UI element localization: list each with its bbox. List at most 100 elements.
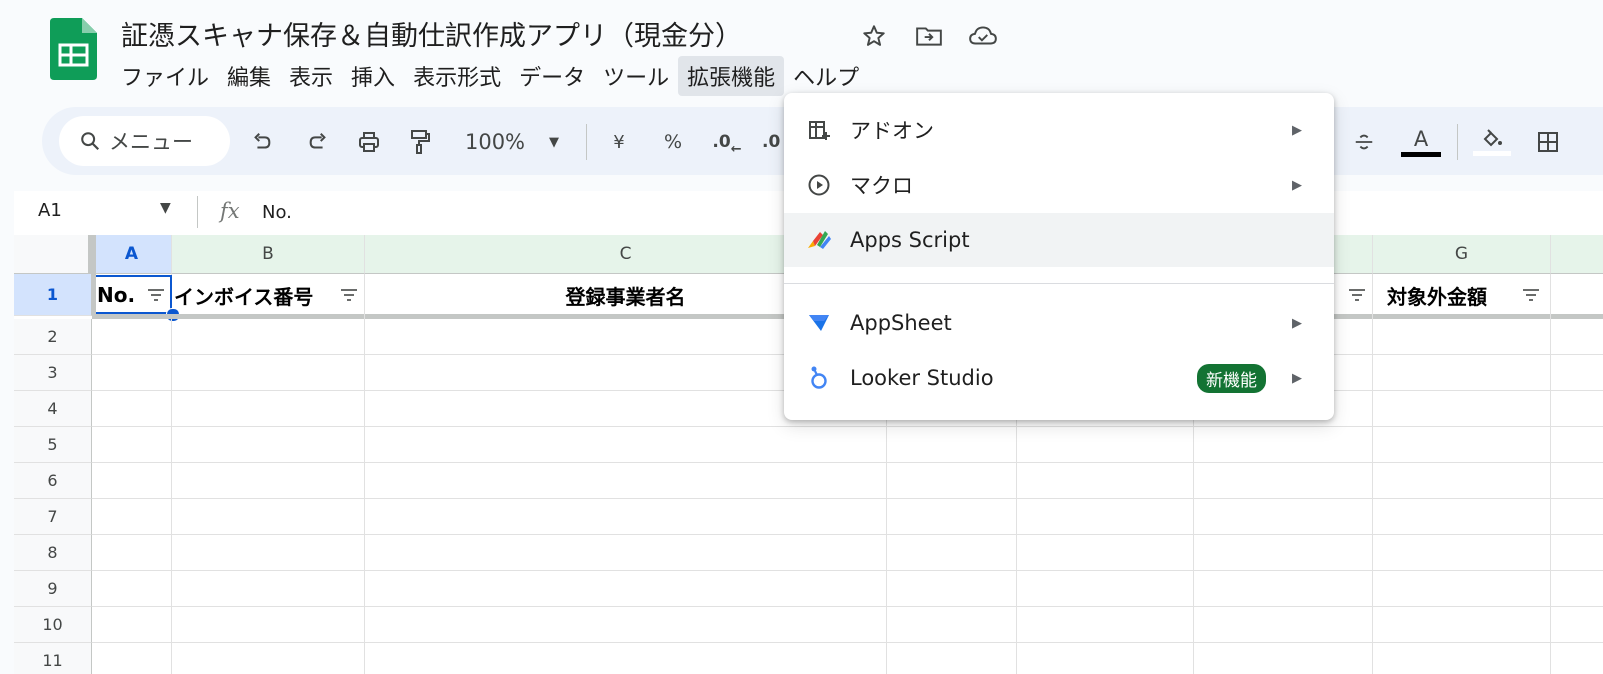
gridline bbox=[92, 642, 1603, 643]
gridline bbox=[171, 319, 172, 674]
toolbar-divider bbox=[586, 124, 587, 160]
header-cell-invoice-number[interactable]: インボイス番号 bbox=[172, 274, 365, 316]
new-feature-badge: 新機能 bbox=[1197, 363, 1266, 393]
header-cell-excluded-label: 対象外金額 bbox=[1387, 284, 1487, 309]
text-color-swatch bbox=[1401, 151, 1441, 157]
toolbar-divider bbox=[1457, 124, 1458, 160]
menu-item-label: Looker Studio bbox=[850, 366, 994, 390]
document-title[interactable]: 証憑スキャナ保存＆自動仕訳作成アプリ（現金分） bbox=[121, 14, 742, 53]
fill-color-button[interactable] bbox=[1472, 121, 1512, 163]
row-header-1[interactable]: 1 bbox=[14, 274, 92, 316]
menu-file[interactable]: ファイル bbox=[112, 56, 218, 96]
increase-decimal-button[interactable]: .0 bbox=[762, 121, 784, 163]
row-header-9[interactable]: 9 bbox=[14, 571, 92, 607]
text-color-button[interactable]: A bbox=[1400, 121, 1442, 163]
menu-bar: ファイル 編集 表示 挿入 表示形式 データ ツール 拡張機能 ヘルプ bbox=[112, 56, 868, 96]
extensions-menu: アドオン ▶ マクロ ▶ Apps Script AppSheet ▶ Look… bbox=[784, 93, 1334, 420]
row-header-6[interactable]: 6 bbox=[14, 463, 92, 499]
menu-help[interactable]: ヘルプ bbox=[784, 56, 868, 96]
print-icon[interactable] bbox=[351, 121, 387, 163]
filter-icon[interactable] bbox=[340, 288, 358, 302]
function-icon: fx bbox=[220, 199, 240, 223]
gridline bbox=[92, 534, 1603, 535]
fill-color-swatch bbox=[1473, 151, 1511, 156]
filter-icon[interactable] bbox=[1522, 288, 1540, 302]
appsheet-icon bbox=[806, 310, 832, 336]
row-header-8[interactable]: 8 bbox=[14, 535, 92, 571]
filter-icon[interactable] bbox=[1348, 288, 1366, 302]
gridline bbox=[92, 570, 1603, 571]
column-header-a[interactable]: A bbox=[92, 235, 172, 274]
gridline bbox=[92, 606, 1603, 607]
row-header-5[interactable]: 5 bbox=[14, 427, 92, 463]
menu-search-button[interactable]: メニュー bbox=[59, 116, 230, 166]
menu-item-looker-studio[interactable]: Looker Studio 新機能 ▶ bbox=[784, 351, 1334, 405]
apps-script-icon bbox=[806, 227, 832, 253]
sheets-logo-icon[interactable] bbox=[50, 18, 97, 80]
menu-item-macros[interactable]: マクロ ▶ bbox=[784, 158, 1334, 212]
selected-cell-a1[interactable] bbox=[92, 275, 172, 314]
menu-item-label: Apps Script bbox=[850, 228, 970, 252]
paint-format-icon[interactable] bbox=[402, 121, 438, 163]
menu-item-addons[interactable]: アドオン ▶ bbox=[784, 103, 1334, 157]
menu-view[interactable]: 表示 bbox=[280, 56, 342, 96]
menu-tools[interactable]: ツール bbox=[594, 56, 678, 96]
menu-format[interactable]: 表示形式 bbox=[404, 56, 510, 96]
header-cell-invoice-label: インボイス番号 bbox=[174, 284, 314, 309]
column-header-g[interactable]: G bbox=[1373, 235, 1551, 274]
format-percent-button[interactable]: % bbox=[658, 121, 688, 163]
gridline bbox=[1372, 274, 1373, 674]
row-header-2[interactable]: 2 bbox=[14, 319, 92, 355]
menu-item-label: AppSheet bbox=[850, 311, 952, 335]
header-cell-excluded-amount[interactable]: 対象外金額 bbox=[1373, 274, 1551, 316]
menu-data[interactable]: データ bbox=[510, 56, 594, 96]
gridline bbox=[1550, 274, 1551, 674]
frozen-column-divider[interactable] bbox=[92, 235, 96, 319]
decrease-decimal-button[interactable]: .0 ← bbox=[712, 121, 742, 163]
row-header-7[interactable]: 7 bbox=[14, 499, 92, 535]
menu-search-label: メニュー bbox=[109, 130, 193, 154]
formula-input[interactable]: No. bbox=[262, 202, 292, 223]
row-header-4[interactable]: 4 bbox=[14, 391, 92, 427]
paint-bucket-icon bbox=[1483, 129, 1502, 147]
submenu-arrow-icon: ▶ bbox=[1292, 122, 1302, 138]
menu-extensions[interactable]: 拡張機能 bbox=[678, 56, 785, 96]
move-to-folder-icon[interactable] bbox=[913, 20, 945, 52]
gridline bbox=[92, 498, 1603, 499]
zoom-dropdown-icon[interactable]: ▼ bbox=[544, 121, 564, 163]
submenu-arrow-icon: ▶ bbox=[1292, 177, 1302, 193]
cloud-saved-icon[interactable] bbox=[967, 20, 999, 52]
redo-icon[interactable] bbox=[300, 121, 336, 163]
gridline bbox=[92, 426, 1603, 427]
star-icon[interactable] bbox=[858, 20, 890, 52]
decrease-decimal-label: .0 bbox=[712, 132, 731, 152]
menu-item-apps-script[interactable]: Apps Script bbox=[784, 213, 1334, 267]
zoom-select[interactable]: 100% bbox=[460, 121, 530, 163]
column-header-b[interactable]: B bbox=[172, 235, 365, 274]
row-header-3[interactable]: 3 bbox=[14, 355, 92, 391]
row-header-11[interactable]: 11 bbox=[14, 643, 92, 674]
undo-icon[interactable] bbox=[244, 121, 280, 163]
name-box-dropdown-icon[interactable]: ▼ bbox=[160, 200, 171, 216]
strikethrough-icon[interactable] bbox=[1346, 121, 1382, 163]
gridline bbox=[364, 274, 365, 674]
column-header-h[interactable] bbox=[1551, 235, 1603, 274]
looker-studio-icon bbox=[806, 365, 832, 391]
borders-icon[interactable] bbox=[1530, 121, 1566, 163]
formula-divider bbox=[197, 196, 198, 228]
name-box[interactable]: A1 bbox=[38, 200, 62, 221]
addon-icon bbox=[806, 117, 832, 143]
submenu-arrow-icon: ▶ bbox=[1292, 315, 1302, 331]
row-header-10[interactable]: 10 bbox=[14, 607, 92, 643]
select-all-corner[interactable] bbox=[14, 235, 92, 274]
menu-item-appsheet[interactable]: AppSheet ▶ bbox=[784, 296, 1334, 350]
arrow-left-icon: ← bbox=[730, 141, 742, 157]
macro-play-icon bbox=[806, 172, 832, 198]
submenu-arrow-icon: ▶ bbox=[1292, 370, 1302, 386]
menu-divider bbox=[784, 283, 1334, 284]
menu-item-label: アドオン bbox=[850, 119, 934, 143]
menu-item-label: マクロ bbox=[850, 174, 913, 198]
menu-edit[interactable]: 編集 bbox=[218, 56, 280, 96]
format-currency-button[interactable]: ¥ bbox=[604, 121, 634, 163]
menu-insert[interactable]: 挿入 bbox=[342, 56, 404, 96]
